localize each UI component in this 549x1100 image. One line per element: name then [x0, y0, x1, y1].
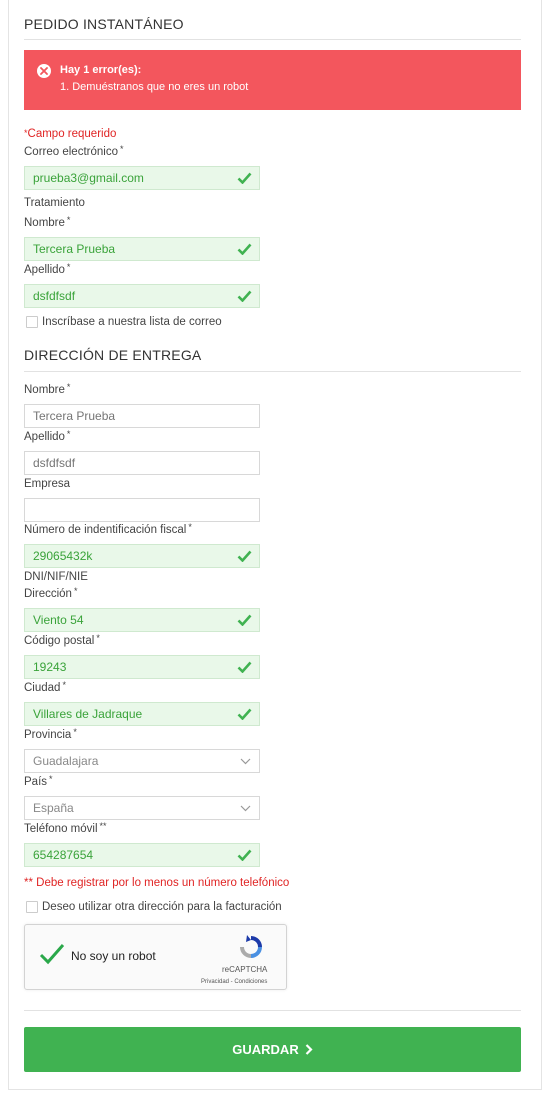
- phone-note: ** Debe registrar por lo menos un número…: [24, 877, 290, 889]
- recaptcha-widget[interactable]: No soy un robot reCAPTCHA Privacidad - C…: [24, 924, 287, 990]
- recaptcha-label: No soy un robot: [71, 949, 156, 963]
- divider: [24, 39, 521, 40]
- province-value: Guadalajara: [33, 754, 99, 768]
- city-label-text: Ciudad: [24, 682, 61, 694]
- valid-check-icon: [237, 614, 252, 626]
- address-label-text: Dirección: [24, 588, 72, 600]
- tax-id-label: Número de indentificación fiscal *: [24, 522, 192, 536]
- company-label: Empresa: [24, 478, 71, 490]
- alert-message: 1. Demuéstranos que no eres un robot: [60, 81, 249, 93]
- last-name-label: Apellido *: [24, 262, 71, 276]
- chevron-down-icon: [240, 758, 251, 765]
- tratamiento-label: Tratamiento: [24, 197, 85, 209]
- first-name-value: Tercera Prueba: [33, 242, 116, 256]
- country-select[interactable]: España: [24, 796, 260, 820]
- valid-check-icon: [237, 172, 252, 184]
- tax-id-label-text: Número de indentificación fiscal: [24, 524, 187, 536]
- city-value: Villares de Jadraque: [33, 707, 143, 721]
- city-label: Ciudad *: [24, 680, 66, 694]
- billing-address-checkbox[interactable]: [26, 901, 38, 913]
- last-name-field[interactable]: dsfdfsdf: [24, 284, 260, 308]
- email-field[interactable]: prueba3@gmail.com: [24, 166, 260, 190]
- valid-check-icon: [237, 290, 252, 302]
- valid-check-icon: [237, 550, 252, 562]
- required-note-text: Campo requerido: [27, 128, 117, 140]
- chevron-down-icon: [240, 805, 251, 812]
- mobile-label: Teléfono móvil **: [24, 821, 107, 835]
- delivery-first-name-input[interactable]: [24, 404, 260, 428]
- delivery-last-name-label: Apellido *: [24, 429, 71, 443]
- email-label: Correo electrónico *: [24, 144, 124, 158]
- last-name-label-text: Apellido: [24, 264, 65, 276]
- check-icon: [39, 944, 65, 965]
- postal-code-value: 19243: [33, 660, 67, 674]
- address-field[interactable]: Viento 54: [24, 608, 260, 632]
- save-button-label: GUARDAR: [232, 1042, 299, 1057]
- recaptcha-logo-icon: [240, 935, 262, 958]
- city-field[interactable]: Villares de Jadraque: [24, 702, 260, 726]
- divider: [24, 1010, 521, 1011]
- delivery-last-name-input[interactable]: [24, 451, 260, 475]
- delivery-first-name-label: Nombre *: [24, 382, 71, 396]
- email-value: prueba3@gmail.com: [33, 171, 144, 185]
- valid-check-icon: [237, 708, 252, 720]
- province-label-text: Provincia: [24, 729, 72, 741]
- mobile-value: 654287654: [33, 848, 94, 862]
- postal-code-label-text: Código postal: [24, 635, 95, 647]
- postal-code-label: Código postal *: [24, 633, 100, 647]
- delivery-last-name-label-text: Apellido: [24, 431, 65, 443]
- valid-check-icon: [237, 661, 252, 673]
- mobile-field[interactable]: 654287654: [24, 843, 260, 867]
- country-value: España: [33, 801, 74, 815]
- province-select[interactable]: Guadalajara: [24, 749, 260, 773]
- billing-address-label: Deseo utilizar otra dirección para la fa…: [42, 901, 282, 913]
- valid-check-icon: [237, 849, 252, 861]
- recaptcha-brand: reCAPTCHA: [222, 965, 268, 974]
- section-title-instant-order: PEDIDO INSTANTÁNEO: [24, 16, 184, 32]
- last-name-value: dsfdfsdf: [33, 289, 76, 303]
- newsletter-checkbox[interactable]: [26, 316, 38, 328]
- address-value: Viento 54: [33, 613, 84, 627]
- address-label: Dirección *: [24, 586, 78, 600]
- delivery-first-name-label-text: Nombre: [24, 384, 65, 396]
- company-input[interactable]: [24, 498, 260, 522]
- tax-id-hint: DNI/NIF/NIE: [24, 571, 88, 583]
- first-name-label: Nombre *: [24, 215, 71, 229]
- error-alert: Hay 1 error(es): 1. Demuéstranos que no …: [24, 50, 521, 110]
- postal-code-field[interactable]: 19243: [24, 655, 260, 679]
- country-label: País *: [24, 774, 53, 788]
- first-name-label-text: Nombre: [24, 217, 65, 229]
- section-title-delivery: DIRECCIÓN DE ENTREGA: [24, 347, 202, 363]
- tax-id-field[interactable]: 29065432k: [24, 544, 260, 568]
- valid-check-icon: [237, 243, 252, 255]
- required-note: *Campo requerido: [24, 128, 117, 140]
- country-label-text: País: [24, 776, 48, 788]
- error-x-icon: [37, 64, 51, 78]
- province-label: Provincia *: [24, 727, 77, 741]
- email-label-text: Correo electrónico: [24, 146, 118, 158]
- tax-id-value: 29065432k: [33, 549, 93, 563]
- recaptcha-links[interactable]: Privacidad - Condiciones: [201, 979, 267, 985]
- save-button[interactable]: GUARDAR: [24, 1027, 521, 1072]
- chevron-right-icon: [305, 1044, 313, 1055]
- newsletter-label: Inscríbase a nuestra lista de correo: [42, 316, 222, 328]
- divider: [24, 371, 521, 372]
- phone-note-text: Debe registrar por lo menos un número te…: [36, 877, 290, 889]
- alert-title: Hay 1 error(es):: [60, 64, 142, 76]
- mobile-label-text: Teléfono móvil: [24, 823, 98, 835]
- first-name-field[interactable]: Tercera Prueba: [24, 237, 260, 261]
